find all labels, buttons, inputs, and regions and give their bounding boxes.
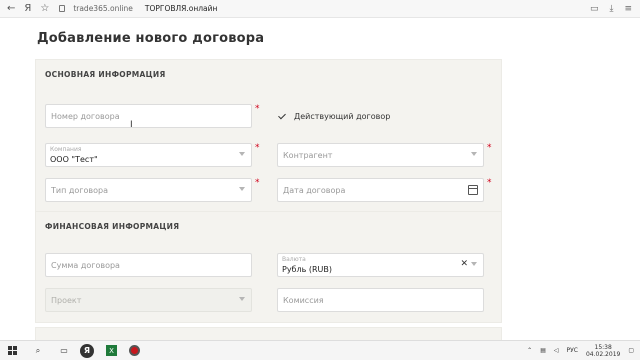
yandex-icon[interactable]: Я	[24, 3, 31, 14]
language-indicator[interactable]: РУС	[567, 347, 578, 354]
counterparty-select[interactable]: Контрагент	[277, 143, 484, 167]
required-mark: *	[487, 143, 492, 153]
company-value: ООО "Тест"	[50, 155, 98, 164]
lock-icon	[59, 5, 66, 12]
chevron-down-icon	[239, 297, 245, 301]
contract-amount-input[interactable]: Сумма договора	[45, 253, 252, 277]
bookmark-icon[interactable]: ▭	[590, 4, 599, 14]
calendar-icon[interactable]	[468, 185, 478, 195]
menu-icon[interactable]: ≡	[624, 4, 632, 14]
clock-time: 15:38	[594, 343, 612, 351]
basic-info-section: ОСНОВНАЯ ИНФОРМАЦИЯ Номер договора * Дей…	[35, 59, 502, 215]
record-icon[interactable]	[129, 345, 140, 356]
project-select[interactable]: Проект	[45, 288, 252, 312]
back-arrow-icon[interactable]: ←	[7, 3, 15, 14]
active-contract-label: Действующий договор	[294, 112, 391, 121]
company-select[interactable]: Компания ООО "Тест"	[45, 143, 252, 167]
os-taskbar: ⌕ ▭ Я X ⌃ ▤ ◁ РУС 15:38 04.02.2019 ▢	[0, 340, 640, 360]
volume-icon[interactable]: ◁	[554, 347, 559, 354]
currency-value: Рубль (RUB)	[282, 265, 333, 274]
chevron-down-icon	[471, 262, 477, 266]
chevron-down-icon	[239, 187, 245, 191]
checkmark-icon[interactable]	[278, 112, 287, 121]
contract-date-placeholder: Дата договора	[283, 186, 346, 195]
clock-date: 04.02.2019	[585, 350, 621, 358]
contract-amount-placeholder: Сумма договора	[51, 261, 120, 270]
browser-toolbar: ← Я ☆ trade365.online ТОРГОВЛЯ.онлайн ▭ …	[0, 0, 640, 18]
task-view-icon[interactable]: ▭	[58, 345, 70, 357]
chevron-down-icon	[471, 152, 477, 156]
counterparty-placeholder: Контрагент	[283, 151, 333, 160]
address-bar[interactable]: trade365.online ТОРГОВЛЯ.онлайн	[59, 4, 217, 13]
section-heading-basic: ОСНОВНАЯ ИНФОРМАЦИЯ	[45, 70, 166, 79]
required-mark: *	[255, 178, 260, 188]
required-mark: *	[487, 178, 492, 188]
star-icon[interactable]: ☆	[40, 3, 49, 14]
clock[interactable]: 15:38 04.02.2019	[586, 344, 620, 358]
currency-select[interactable]: Валюта Рубль (RUB) ✕	[277, 253, 484, 277]
text-cursor-icon: Ι	[130, 120, 133, 130]
tray-up-icon[interactable]: ⌃	[527, 347, 532, 354]
page-title: Добавление нового договора	[37, 31, 265, 46]
contract-number-placeholder: Номер договора	[51, 112, 120, 121]
commission-input[interactable]: Комиссия	[277, 288, 484, 312]
page-tab-title: ТОРГОВЛЯ.онлайн	[144, 4, 218, 13]
contract-date-input[interactable]: Дата договора	[277, 178, 484, 202]
active-contract-checkbox[interactable]: Действующий договор	[278, 112, 390, 121]
company-label: Компания	[50, 146, 82, 153]
contract-type-placeholder: Тип договора	[51, 186, 108, 195]
contract-number-input[interactable]: Номер договора	[45, 104, 252, 128]
chevron-down-icon	[239, 152, 245, 156]
required-mark: *	[255, 143, 260, 153]
url-domain: trade365.online	[73, 4, 133, 13]
page-content: Добавление нового договора ОСНОВНАЯ ИНФО…	[0, 18, 640, 347]
notifications-icon[interactable]: ▢	[628, 347, 634, 354]
search-icon[interactable]: ⌕	[32, 345, 44, 357]
excel-icon[interactable]: X	[106, 345, 117, 356]
project-placeholder: Проект	[51, 296, 82, 305]
windows-start-icon[interactable]	[8, 345, 18, 356]
finance-info-section: ФИНАНСОВАЯ ИНФОРМАЦИЯ Сумма договора Вал…	[35, 211, 502, 323]
commission-placeholder: Комиссия	[283, 296, 324, 305]
yandex-browser-icon[interactable]: Я	[80, 343, 94, 358]
network-icon[interactable]: ▤	[540, 347, 546, 354]
download-icon[interactable]: ⤓	[609, 4, 613, 14]
required-mark: *	[255, 104, 260, 114]
currency-label: Валюта	[282, 256, 306, 263]
clear-icon[interactable]: ✕	[460, 259, 468, 269]
section-heading-finance: ФИНАНСОВАЯ ИНФОРМАЦИЯ	[45, 222, 180, 231]
contract-type-select[interactable]: Тип договора	[45, 178, 252, 202]
